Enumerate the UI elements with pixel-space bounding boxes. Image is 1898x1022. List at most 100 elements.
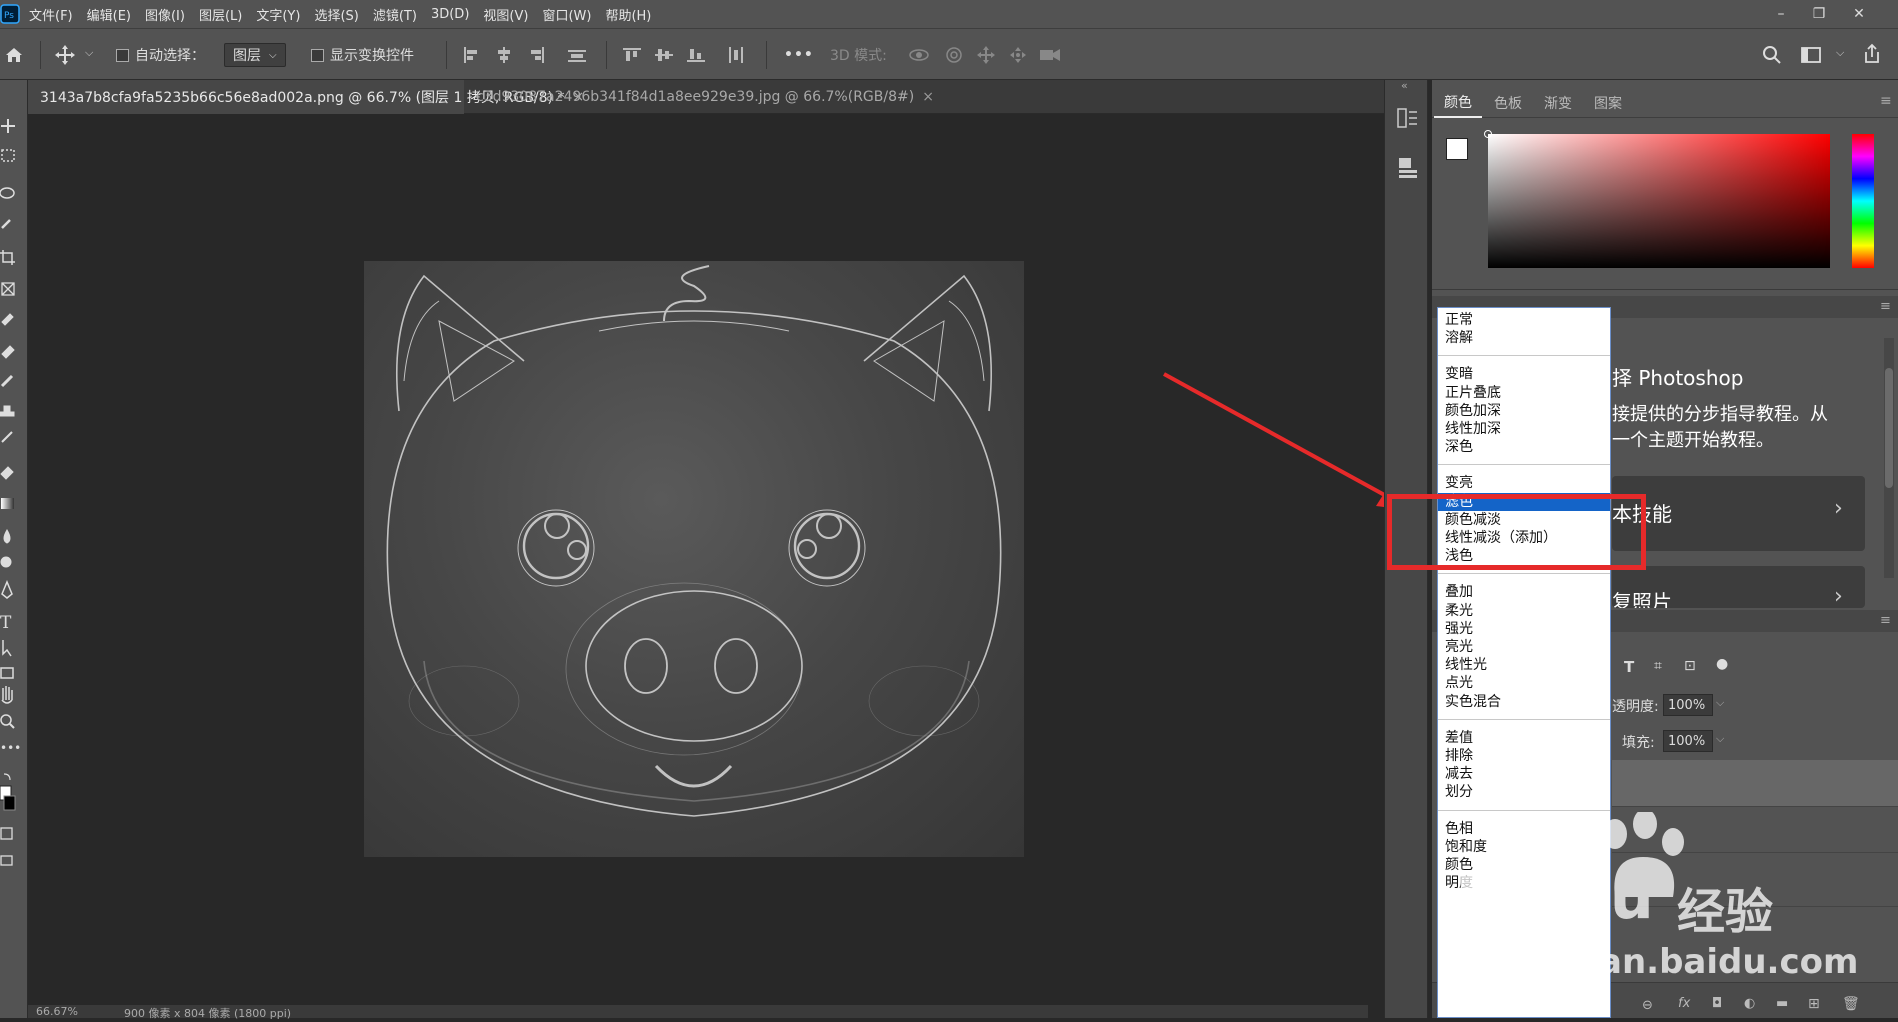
properties-panel-icon[interactable] <box>1397 156 1419 180</box>
blend-mode-option[interactable]: 亮光 <box>1438 638 1610 656</box>
lock-position-icon[interactable]: T <box>1624 658 1634 676</box>
blend-mode-option[interactable]: 实色混合 <box>1438 693 1610 711</box>
fill-input[interactable]: 100% <box>1663 730 1713 752</box>
tab-color[interactable]: 颜色 <box>1434 88 1482 118</box>
align-bottom-icon[interactable] <box>686 46 706 64</box>
more-options-button[interactable]: ••• <box>784 29 814 81</box>
document-info[interactable]: 900 像素 x 804 像素 (1800 ppi) <box>124 1005 291 1021</box>
menu-layer[interactable]: 图层(L) <box>192 5 249 24</box>
blend-mode-option[interactable]: 线性光 <box>1438 656 1610 674</box>
chevron-down-icon[interactable]: ⌵ <box>1716 696 1724 710</box>
zoom-level[interactable]: 66.67% <box>36 1005 78 1018</box>
blend-mode-option[interactable]: 色相 <box>1438 820 1610 838</box>
blend-mode-option[interactable]: 柔光 <box>1438 602 1610 620</box>
foreground-color-swatch[interactable] <box>1446 138 1468 160</box>
chevron-down-icon[interactable]: ⌵ <box>85 47 93 58</box>
layer-row-selected[interactable] <box>1612 760 1898 806</box>
blend-mode-option[interactable]: 变亮 <box>1438 474 1610 492</box>
search-icon[interactable] <box>1762 45 1782 65</box>
chevron-down-icon[interactable]: ⌵ <box>1836 47 1844 58</box>
blend-mode-option[interactable]: 明度 <box>1438 874 1610 892</box>
collapse-panels-icon[interactable]: « <box>1401 80 1408 91</box>
blend-mode-option[interactable]: 减去 <box>1438 765 1610 783</box>
menu-select[interactable]: 选择(S) <box>307 5 365 24</box>
fx-icon[interactable]: fx <box>1678 996 1690 1011</box>
minimize-button[interactable]: – <box>1762 0 1800 28</box>
document-tab-inactive[interactable]: c3d93087a2496b341f84d1a8ee929e39.jpg @ 6… <box>464 80 934 114</box>
panel-menu-icon[interactable]: ≡ <box>1880 614 1891 627</box>
close-tab-icon[interactable]: × <box>922 89 934 105</box>
panel-menu-icon[interactable]: ≡ <box>1880 300 1891 313</box>
add-mask-icon[interactable]: ◘ <box>1712 996 1722 1011</box>
link-layers-icon[interactable]: ⊖ <box>1642 998 1653 1013</box>
blend-mode-option[interactable]: 强光 <box>1438 620 1610 638</box>
home-icon[interactable] <box>4 45 24 65</box>
tab-swatches[interactable]: 色板 <box>1484 88 1532 118</box>
panel-menu-icon[interactable]: ≡ <box>1880 94 1892 108</box>
menu-help[interactable]: 帮助(H) <box>598 5 658 24</box>
tab-gradients[interactable]: 渐变 <box>1534 88 1582 118</box>
blend-mode-option[interactable]: 叠加 <box>1438 583 1610 601</box>
menu-image[interactable]: 图像(I) <box>138 5 192 24</box>
align-right-icon[interactable] <box>526 46 546 64</box>
align-left-icon[interactable] <box>462 46 482 64</box>
document-canvas[interactable] <box>364 261 1024 857</box>
3d-orbit-icon[interactable] <box>908 45 930 65</box>
delete-layer-icon[interactable]: 🗑 <box>1842 996 1860 1012</box>
menu-3d[interactable]: 3D(D) <box>424 7 476 22</box>
align-middle-icon[interactable] <box>654 46 674 64</box>
adjustment-layer-icon[interactable]: ◐ <box>1744 996 1755 1011</box>
move-tool-icon[interactable] <box>54 44 76 66</box>
blend-mode-option[interactable]: 饱和度 <box>1438 838 1610 856</box>
blend-mode-option[interactable]: 划分 <box>1438 783 1610 801</box>
blend-mode-option[interactable]: 深色 <box>1438 438 1610 456</box>
distribute-icon[interactable] <box>566 46 588 64</box>
blend-mode-option[interactable]: 颜色 <box>1438 856 1610 874</box>
blend-mode-option[interactable]: 正片叠底 <box>1438 384 1610 402</box>
share-icon[interactable] <box>1862 43 1882 65</box>
blend-mode-option[interactable]: 变暗 <box>1438 365 1610 383</box>
lock-artboard-icon[interactable]: ⌗ <box>1654 658 1662 674</box>
blend-mode-dropdown[interactable]: 正常 溶解 变暗 正片叠底 颜色加深 线性加深 深色 变亮 滤色 颜色减淡 线性减淡（添加） 浅色 叠加… <box>1437 307 1611 1018</box>
blend-mode-option[interactable]: 线性加深 <box>1438 420 1610 438</box>
opacity-input[interactable]: 100% <box>1663 694 1713 716</box>
history-panel-icon[interactable] <box>1397 106 1419 130</box>
3d-slide-icon[interactable] <box>1008 45 1028 65</box>
3d-roll-icon[interactable] <box>944 45 964 65</box>
align-center-icon[interactable] <box>494 46 514 64</box>
show-transform-checkbox[interactable]: 显示变换控件 <box>311 29 414 81</box>
3d-pan-icon[interactable] <box>976 45 996 65</box>
menu-filter[interactable]: 滤镜(T) <box>366 5 424 24</box>
chevron-down-icon[interactable]: ⌵ <box>1716 732 1724 746</box>
restore-button[interactable]: ❐ <box>1800 0 1838 28</box>
workspace-icon[interactable] <box>1800 45 1822 65</box>
align-top-icon[interactable] <box>622 46 642 64</box>
new-group-icon[interactable]: ▬ <box>1776 996 1788 1011</box>
auto-select-checkbox[interactable]: 自动选择： <box>116 29 205 81</box>
learn-scrollbar[interactable] <box>1884 338 1894 578</box>
blend-mode-option[interactable]: 点光 <box>1438 674 1610 692</box>
learn-card-basics[interactable]: 本技能 › <box>1612 476 1865 551</box>
auto-select-target-select[interactable]: 图层 ⌵ <box>224 43 286 67</box>
lock-all-icon[interactable]: ⊡ <box>1684 658 1696 674</box>
hue-slider[interactable] <box>1852 134 1874 268</box>
lock-pixels-icon[interactable]: ● <box>1716 656 1728 672</box>
blend-mode-option[interactable]: 颜色加深 <box>1438 402 1610 420</box>
menu-file[interactable]: 文件(F) <box>22 5 80 24</box>
blend-mode-option[interactable]: 溶解 <box>1438 329 1610 347</box>
blend-mode-option[interactable]: 排除 <box>1438 747 1610 765</box>
color-picker-cursor[interactable] <box>1484 130 1492 138</box>
menu-edit[interactable]: 编辑(E) <box>80 5 138 24</box>
color-picker-field[interactable] <box>1488 134 1830 268</box>
tab-patterns[interactable]: 图案 <box>1584 88 1632 118</box>
menu-type[interactable]: 文字(Y) <box>249 5 307 24</box>
distribute-vertical-icon[interactable] <box>726 46 746 64</box>
close-window-button[interactable]: ✕ <box>1840 0 1878 28</box>
new-layer-icon[interactable]: ⊞ <box>1808 996 1820 1012</box>
menu-window[interactable]: 窗口(W) <box>535 5 598 24</box>
3d-camera-icon[interactable] <box>1038 45 1062 65</box>
document-tab-active[interactable]: 3143a7b8cfa9fa5235b66c56e8ad002a.png @ 6… <box>28 80 584 114</box>
blend-mode-option[interactable]: 正常 <box>1438 311 1610 329</box>
learn-card-photo[interactable]: 复照片 › <box>1612 566 1865 608</box>
blend-mode-option[interactable]: 差值 <box>1438 729 1610 747</box>
